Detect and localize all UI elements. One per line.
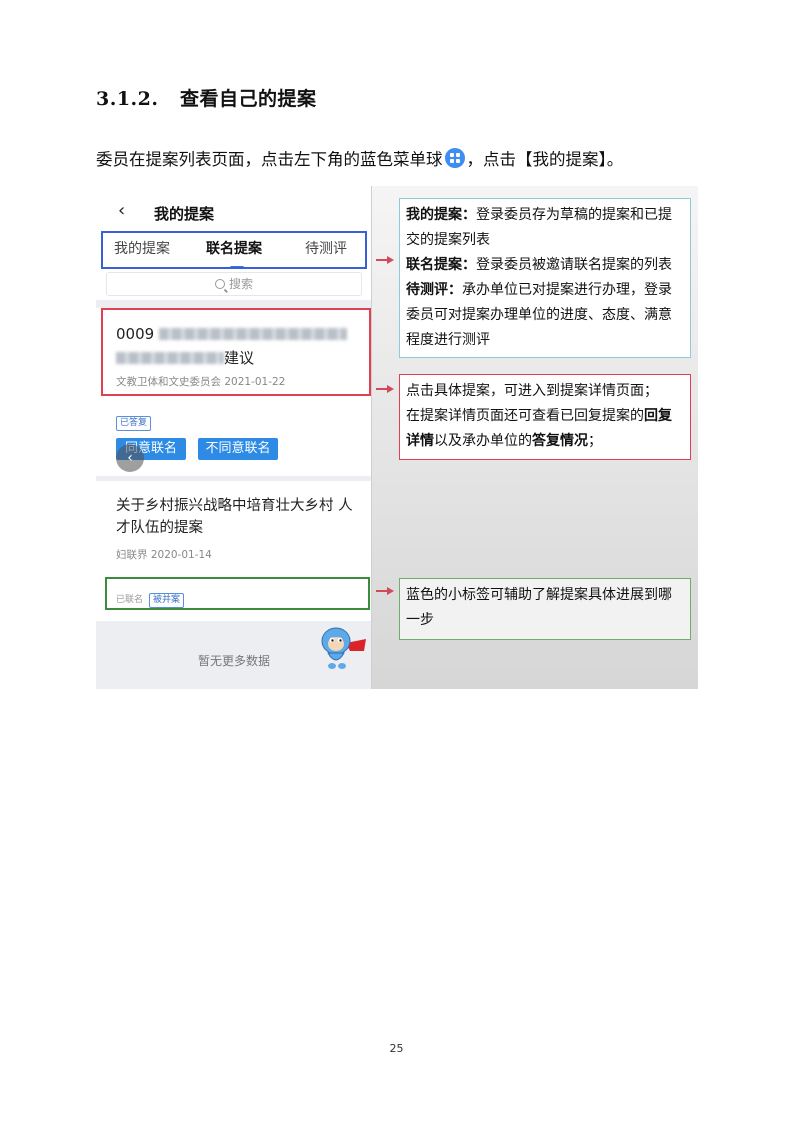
- blurred-text: [116, 352, 224, 364]
- proposal-1-title: 0009 建议: [116, 322, 347, 370]
- proposal-2-title: 关于乡村振兴战略中培育壮大乡村 人才队伍的提案: [116, 498, 353, 536]
- phone-screen: ‹ 我的提案 我的提案 联名提案 待测评 搜索 0009 建议 文教卫体和文史委…: [96, 186, 372, 689]
- proposal-2-status: 已联名: [116, 595, 144, 605]
- tab-pending-evaluation[interactable]: 待测评: [280, 230, 371, 270]
- note-line: 在提案详情页面还可查看已回复提案的回复详情以及承办单位的答复情况；: [406, 408, 672, 449]
- intro-text-before: 委员在提案列表页面，点击左下角的蓝色菜单球: [96, 150, 443, 169]
- section-title: 查看自己的提案: [180, 88, 317, 110]
- chevron-left-icon[interactable]: ‹: [116, 444, 144, 472]
- intro-text-after: ，点击【我的提案】。: [466, 150, 624, 169]
- note-tab-descriptions: 我的提案：登录委员存为草稿的提案和已提交的提案列表 联名提案：登录委员被邀请联名…: [399, 198, 691, 358]
- section-heading: 3.1.2. 查看自己的提案: [96, 84, 317, 111]
- screenshot-figure: ‹ 我的提案 我的提案 联名提案 待测评 搜索 0009 建议 文教卫体和文史委…: [96, 186, 698, 689]
- tab-joint-proposals[interactable]: 联名提案: [188, 230, 280, 270]
- arrow-icon: [376, 256, 394, 264]
- proposal-1-title-end: 建议: [224, 349, 255, 367]
- proposal-card-2[interactable]: 关于乡村振兴战略中培育壮大乡村 人才队伍的提案 妇联界 2020-01-14 已…: [96, 481, 371, 621]
- proposal-1-meta: 文教卫体和文史委员会 2021-01-22: [116, 376, 286, 388]
- note-line: 待测评：承办单位已对提案进行办理，登录委员可对提案办理单位的进度、态度、满意程度…: [406, 282, 672, 348]
- status-badge: 已答复: [116, 416, 152, 431]
- tab-my-proposals[interactable]: 我的提案: [96, 230, 188, 270]
- proposal-2-meta: 妇联界 2020-01-14: [116, 549, 212, 561]
- arrow-icon: [376, 587, 394, 595]
- mascot-icon: [321, 627, 366, 669]
- proposal-1-number: 0009: [116, 325, 155, 343]
- phone-title: 我的提案: [154, 205, 215, 223]
- note-line: 点击具体提案，可进入到提案详情页面；: [406, 383, 658, 399]
- note-line: 联名提案：登录委员被邀请联名提案的列表: [406, 257, 672, 273]
- search-area: 搜索: [96, 270, 371, 300]
- active-tab-indicator: [230, 266, 244, 269]
- note-proposal-details: 点击具体提案，可进入到提案详情页面； 在提案详情页面还可查看已回复提案的回复详情…: [399, 374, 691, 460]
- search-placeholder: 搜索: [228, 277, 253, 291]
- tab-bar: 我的提案 联名提案 待测评: [96, 230, 371, 270]
- page-number: 25: [389, 1042, 404, 1055]
- disagree-joint-button[interactable]: 不同意联名: [198, 438, 278, 460]
- note-line: 蓝色的小标签可辅助了解提案具体进展到哪一步: [406, 587, 672, 628]
- proposal-2-status-row: 已联名 被并案: [116, 587, 185, 608]
- menu-ball-icon: [444, 148, 465, 168]
- search-input[interactable]: 搜索: [106, 272, 362, 296]
- section-number: 3.1.2.: [96, 88, 159, 110]
- search-icon: [214, 279, 225, 289]
- proposal-1-tag-wrap: 已答复: [116, 410, 152, 431]
- arrow-icon: [376, 385, 394, 393]
- note-line: 我的提案：登录委员存为草稿的提案和已提交的提案列表: [406, 207, 672, 248]
- note-blue-tags: 蓝色的小标签可辅助了解提案具体进展到哪一步: [399, 578, 691, 640]
- status-badge: 被并案: [149, 593, 185, 608]
- blurred-text: [158, 328, 347, 340]
- intro-paragraph: 委员在提案列表页面，点击左下角的蓝色菜单球 ，点击【我的提案】。: [96, 146, 623, 170]
- back-arrow-icon[interactable]: ‹: [118, 200, 125, 221]
